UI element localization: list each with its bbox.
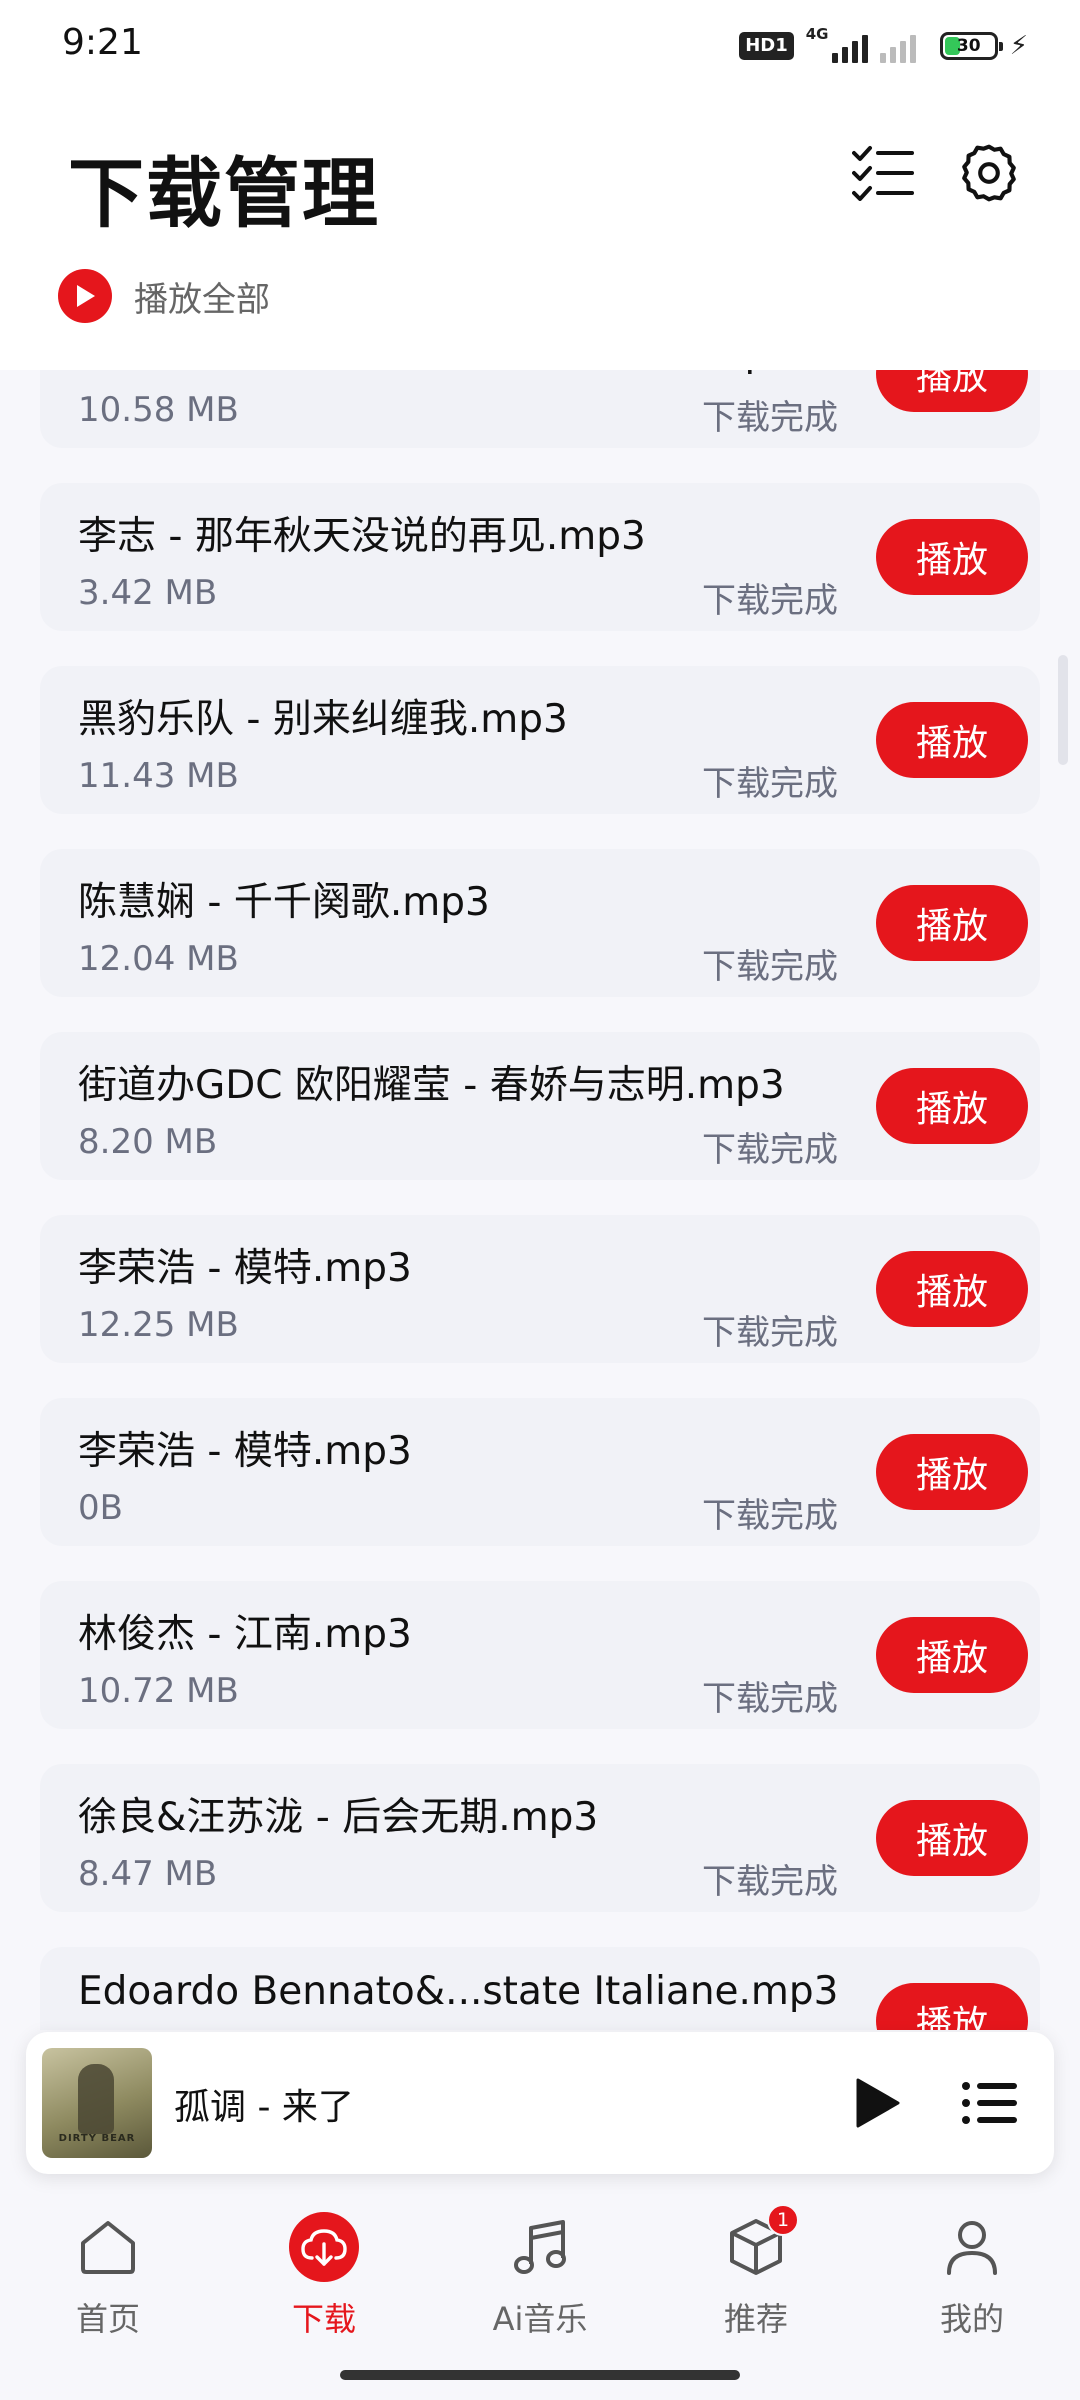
play-circle-icon — [58, 269, 112, 323]
play-button[interactable]: 播放 — [876, 370, 1028, 412]
nav-recommend[interactable]: 1 推荐 — [676, 2204, 836, 2362]
checklist-icon[interactable] — [846, 136, 920, 210]
file-size: 12.04 MB — [78, 939, 239, 979]
page-header: 下载管理 播放全部 — [0, 90, 1080, 370]
battery-icon: 30 — [939, 32, 1003, 60]
file-size: 10.58 MB — [78, 390, 239, 430]
download-status: 下载完成 — [702, 947, 838, 987]
song-title: Edoardo Bennato&...state Italiane.mp3 — [78, 1969, 839, 2014]
download-item[interactable]: 街道办GDC 欧阳耀莹 - 春娇与志明.mp3 8.20 MB 下载完成 播放 — [40, 1032, 1040, 1180]
play-button[interactable]: 播放 — [876, 1251, 1028, 1327]
user-icon — [937, 2212, 1007, 2282]
file-size: 0B — [78, 1488, 123, 1528]
play-button[interactable]: 播放 — [876, 885, 1028, 961]
play-all-button[interactable]: 播放全部 — [58, 266, 270, 326]
song-title: 李荣浩 - 模特.mp3 — [78, 1246, 412, 1291]
battery-level: 30 — [956, 36, 981, 56]
nav-home-label: 首页 — [75, 2300, 140, 2338]
download-item[interactable]: 林俊杰 - 江南.mp3 10.72 MB 下载完成 播放 — [40, 1581, 1040, 1729]
song-title: 街道办GDC 欧阳耀莹 - 春娇与志明.mp3 — [78, 1063, 785, 1108]
album-cover[interactable]: DIRTY BEAR — [42, 2048, 152, 2158]
nav-ai-music[interactable]: Ai音乐 — [460, 2212, 620, 2362]
song-title: 李志 - 那年秋天没说的再见.mp3 — [78, 514, 646, 559]
play-button[interactable]: 播放 — [876, 1983, 1028, 2030]
download-item[interactable]: 李荣浩 - 模特.mp3 0B 下载完成 播放 — [40, 1398, 1040, 1546]
nav-home[interactable]: 首页 — [28, 2212, 188, 2362]
page-title: 下载管理 — [68, 149, 380, 238]
download-item[interactable]: 李志 - 那年秋天没说的再见.mp3 3.42 MB 下载完成 播放 — [40, 483, 1040, 631]
download-status: 下载完成 — [702, 398, 838, 438]
signal-sim2-icon — [879, 29, 928, 63]
network-type-label: 4G — [805, 25, 829, 43]
download-list[interactable]: 张震岳&MC HotDo…思念是一种病.mp310.58 MB下载完成播放李志 … — [0, 370, 1080, 2030]
bottom-navigation: 首页 下载 Ai音乐 1 推荐 我的 — [0, 2174, 1080, 2400]
play-button[interactable]: 播放 — [876, 1434, 1028, 1510]
play-button[interactable]: 播放 — [876, 519, 1028, 595]
signal-4g-icon: 4G — [806, 25, 868, 63]
status-bar: 9:21 HD1 4G 30 ⚡ — [0, 0, 1080, 90]
hd-voice-badge: HD1 — [739, 32, 794, 60]
download-item[interactable]: 徐良&汪苏泷 - 后会无期.mp3 8.47 MB 下载完成 播放 — [40, 1764, 1040, 1912]
cube-icon: 1 — [721, 2204, 799, 2282]
now-playing-title: 孤调 - 来了 — [174, 2087, 354, 2128]
scrollbar[interactable] — [1058, 655, 1068, 765]
download-status: 下载完成 — [702, 1313, 838, 1353]
file-size: 8.47 MB — [78, 1854, 218, 1894]
file-size: 10.72 MB — [78, 1671, 239, 1711]
cloud-download-icon — [289, 2212, 359, 2282]
nav-mine-label: 我的 — [939, 2300, 1004, 2338]
download-status: 下载完成 — [702, 1679, 838, 1719]
download-status: 下载完成 — [702, 1130, 838, 1170]
download-item[interactable]: 张震岳&MC HotDo…思念是一种病.mp3 10.58 MB 下载完成播放 — [40, 370, 1040, 448]
nav-download[interactable]: 下载 — [244, 2212, 404, 2362]
song-title: 徐良&汪苏泷 - 后会无期.mp3 — [78, 1795, 599, 1840]
playlist-queue-icon[interactable] — [956, 2070, 1022, 2136]
nav-mine[interactable]: 我的 — [892, 2212, 1052, 2362]
file-size: 11.43 MB — [78, 756, 239, 796]
song-title: 黑豹乐队 - 别来纠缠我.mp3 — [78, 697, 568, 742]
nav-ai-music-label: Ai音乐 — [492, 2300, 588, 2338]
download-item[interactable]: 李荣浩 - 模特.mp3 12.25 MB 下载完成 播放 — [40, 1215, 1040, 1363]
play-button[interactable]: 播放 — [876, 702, 1028, 778]
download-item[interactable]: Edoardo Bennato&...state Italiane.mp3 播放 — [40, 1947, 1040, 2030]
music-note-icon — [505, 2212, 575, 2282]
status-icons: HD1 4G 30 ⚡ — [739, 25, 1028, 66]
nav-recommend-label: 推荐 — [723, 2300, 788, 2338]
gear-icon[interactable] — [952, 136, 1026, 210]
play-button[interactable]: 播放 — [876, 1617, 1028, 1693]
file-size: 12.25 MB — [78, 1305, 239, 1345]
mini-player[interactable]: DIRTY BEAR 孤调 - 来了 — [26, 2032, 1054, 2174]
nav-download-label: 下载 — [291, 2300, 356, 2338]
home-indicator[interactable] — [340, 2370, 740, 2380]
song-title: 陈慧娴 - 千千阕歌.mp3 — [78, 880, 490, 925]
recommend-badge: 1 — [767, 2204, 799, 2236]
home-icon — [73, 2212, 143, 2282]
file-size: 3.42 MB — [78, 573, 218, 613]
download-status: 下载完成 — [702, 1862, 838, 1902]
download-status: 下载完成 — [702, 581, 838, 621]
download-status: 下载完成 — [702, 1496, 838, 1536]
file-size: 8.20 MB — [78, 1122, 218, 1162]
status-time: 9:21 — [62, 22, 143, 63]
charging-icon: ⚡ — [1009, 31, 1028, 61]
play-button[interactable]: 播放 — [876, 1800, 1028, 1876]
play-all-label: 播放全部 — [134, 279, 270, 320]
song-title: 张震岳&MC HotDo…思念是一种病.mp3 — [78, 370, 878, 378]
download-status: 下载完成 — [702, 764, 838, 804]
song-title: 李荣浩 - 模特.mp3 — [78, 1429, 412, 1474]
play-icon[interactable] — [844, 2070, 910, 2136]
download-item[interactable]: 黑豹乐队 - 别来纠缠我.mp3 11.43 MB 下载完成 播放 — [40, 666, 1040, 814]
song-title: 林俊杰 - 江南.mp3 — [78, 1612, 412, 1657]
album-cover-text: DIRTY BEAR — [58, 2133, 136, 2144]
play-button[interactable]: 播放 — [876, 1068, 1028, 1144]
download-item[interactable]: 陈慧娴 - 千千阕歌.mp3 12.04 MB 下载完成 播放 — [40, 849, 1040, 997]
